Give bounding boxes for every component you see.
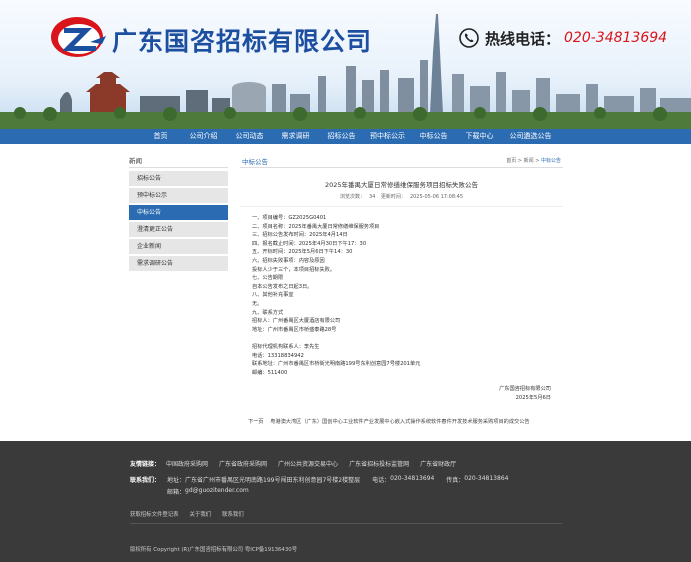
address-label: 地址：	[167, 477, 186, 484]
updated-label: 更新时间：	[380, 194, 406, 200]
main-nav: 首页 公司介绍 公司动态 需求调研 招标公告 预中标公示 中标公告 下载中心 公…	[0, 129, 691, 144]
updated-time: 2025-05-06 17:08:45	[409, 194, 464, 200]
phone-value: 020-34813694	[390, 475, 435, 482]
company-name: 广东国咨招标有限公司	[112, 27, 373, 56]
contact-label: 联系我们：	[130, 477, 161, 484]
friend-links: 友情链接： 中国政府采购网 广东省政府采购网 广州公共资源交易中心 广东省招标投…	[130, 459, 467, 468]
views-count: 34	[368, 194, 376, 200]
next-article: 下一页 粤港澳大湾区（广东）国创中心工业软件产业发展中心嵌入式操作系统软件春件开…	[248, 418, 530, 425]
footer-bottom-links: 获取招标文件登记表 关于我们 联系我们	[130, 510, 255, 518]
next-article-link[interactable]: 粤港澳大湾区（广东）国创中心工业软件产业发展中心嵌入式操作系统软件春件开发技术服…	[270, 419, 529, 425]
article-line: 三、招标公告发布时间：2025年4月14日	[252, 232, 348, 239]
views-label: 浏览次数：	[339, 194, 365, 200]
article-line: 二、项目名称：2025年番禺大厦日常修缮维保服务项目	[252, 223, 380, 230]
fax-value: 020-34813864	[464, 475, 509, 482]
article-line: 电话：13318834942	[252, 352, 304, 359]
breadcrumb-parent[interactable]: 新闻	[524, 158, 534, 164]
article-line: 招标代理机构联系人：李先生	[252, 343, 320, 350]
nav-item-news[interactable]: 公司动态	[227, 129, 273, 144]
article-line: 四、报名截止时间：2025年4月30日下午17：30	[252, 240, 367, 247]
article-line: 六、招标失败事项：内容及原因	[252, 257, 325, 264]
footer-link-registration[interactable]: 获取招标文件登记表	[130, 510, 179, 518]
friend-link[interactable]: 中国政府采购网	[166, 459, 208, 468]
article-line: 地址：广州市番禺区市桥盛泰路28号	[252, 326, 337, 333]
email-value[interactable]: gd@guozitender.com	[185, 487, 249, 499]
friend-link[interactable]: 广州公共资源交易中心	[278, 459, 338, 468]
sidebar-list: 招标公告 预中标公示 中标公告 澄清更正公告 企业新闻 需求调研公告	[129, 171, 228, 271]
sidebar-item-award[interactable]: 中标公告	[129, 205, 228, 220]
nav-item-download[interactable]: 下载中心	[457, 129, 503, 144]
nav-item-research[interactable]: 需求调研	[273, 129, 319, 144]
hotline-label: 热线电话：	[485, 29, 561, 48]
hotline: 热线电话： 020-34813694	[459, 27, 667, 49]
next-article-label: 下一页	[248, 419, 264, 425]
article-line: 八、其他补充事宜	[252, 292, 294, 299]
site-header: 广东国咨招标有限公司 热线电话： 020-34813694	[0, 0, 691, 129]
article-line: 七、公告期限	[252, 275, 284, 282]
sidebar-item-clarification[interactable]: 澄清更正公告	[129, 222, 228, 237]
footer-divider	[130, 523, 562, 524]
breadcrumb-separator: >	[516, 158, 524, 164]
phone-label: 电话：	[372, 477, 391, 484]
sidebar-title: 新闻	[129, 154, 228, 168]
breadcrumb-separator: >	[533, 158, 541, 164]
contact-indent	[130, 487, 167, 499]
article-title: 2025年番禺大厦日常修缮维保服务项目招标失败公告	[324, 181, 479, 189]
article-spacer	[252, 334, 551, 343]
article-line: 邮编：511400	[252, 369, 288, 376]
email-label: 邮箱：	[167, 489, 186, 496]
nav-item-selection[interactable]: 公司遴选公告	[503, 129, 559, 144]
main-content: 中标公告 首页 > 新闻 > 中标公告 2025年番禺大厦日常修缮维保服务项目招…	[240, 154, 563, 430]
site-footer: 友情链接： 中国政府采购网 广东省政府采购网 广州公共资源交易中心 广东省招标投…	[0, 441, 691, 562]
article-line: 一、项目编号：GZ2025G0401	[252, 215, 327, 221]
nav-item-award[interactable]: 中标公告	[411, 129, 457, 144]
main-header: 中标公告 首页 > 新闻 > 中标公告	[240, 154, 563, 168]
nav-item-home[interactable]: 首页	[141, 129, 181, 144]
article-line: 五、开标时间：2025年5月6日下午14：30	[252, 249, 353, 256]
phone-icon	[459, 28, 479, 48]
signature-date: 2025年5月6日	[515, 395, 551, 401]
article-line: 自本公告发布之日起3日。	[252, 283, 313, 290]
friend-link[interactable]: 广东省招标投标监管网	[349, 459, 409, 468]
copyright: 版权所有 Copyright (R)广东国咨招标有限公司 粤ICP备191364…	[130, 547, 298, 553]
nav-item-about[interactable]: 公司介绍	[181, 129, 227, 144]
article-line: 招标人：广州番禺区大厦酒店有限公司	[252, 318, 341, 325]
contact-row: 联系我们： 地址： 广东省广州市番禺区光明南路199号闯田东利创意园7号楼2楼整…	[130, 475, 520, 487]
sidebar-item-company-news[interactable]: 企业新闻	[129, 239, 228, 254]
article-line: 无。	[252, 300, 263, 307]
article-line: 联系地址：广州市番禺区市桥街光明南路199号东利创意园7号楼201单元	[252, 361, 421, 368]
nav-item-tender[interactable]: 招标公告	[319, 129, 365, 144]
breadcrumb: 首页 > 新闻 > 中标公告	[506, 157, 561, 164]
sidebar-item-tender[interactable]: 招标公告	[129, 171, 228, 186]
sidebar: 新闻 招标公告 预中标公示 中标公告 澄清更正公告 企业新闻 需求调研公告	[129, 154, 228, 273]
friend-link[interactable]: 广东省财政厅	[420, 459, 456, 468]
nav-item-pre-award[interactable]: 预中标公示	[365, 129, 411, 144]
footer-link-contact[interactable]: 联系我们	[222, 510, 244, 518]
sidebar-item-pre-award[interactable]: 预中标公示	[129, 188, 228, 203]
article-line: 投标人少于三个，本项目招标失败。	[252, 266, 336, 273]
friend-link[interactable]: 广东省政府采购网	[219, 459, 267, 468]
fax-label: 传真：	[446, 477, 465, 484]
breadcrumb-home[interactable]: 首页	[506, 158, 516, 164]
breadcrumb-current[interactable]: 中标公告	[541, 158, 561, 164]
footer-link-about[interactable]: 关于我们	[190, 510, 212, 518]
friend-links-label: 友情链接：	[130, 461, 161, 468]
sidebar-item-research[interactable]: 需求调研公告	[129, 256, 228, 271]
article-line: 九、联系方式	[252, 309, 284, 316]
contact-info: 联系我们： 地址： 广东省广州市番禺区光明南路199号闯田东利创意园7号楼2楼整…	[130, 475, 520, 499]
signature-org: 广东国咨招标有限公司	[499, 386, 551, 392]
contact-row: 邮箱： gd@guozitender.com	[130, 487, 520, 499]
section-title: 中标公告	[242, 158, 268, 166]
address-value: 广东省广州市番禺区光明南路199号闯田东利创意园7号楼2楼整层	[185, 477, 361, 484]
article-meta: 浏览次数： 34 更新时间： 2025-05-06 17:08:45	[240, 193, 563, 200]
hotline-number: 020-34813694	[564, 30, 668, 46]
company-logo-icon[interactable]	[50, 14, 108, 60]
